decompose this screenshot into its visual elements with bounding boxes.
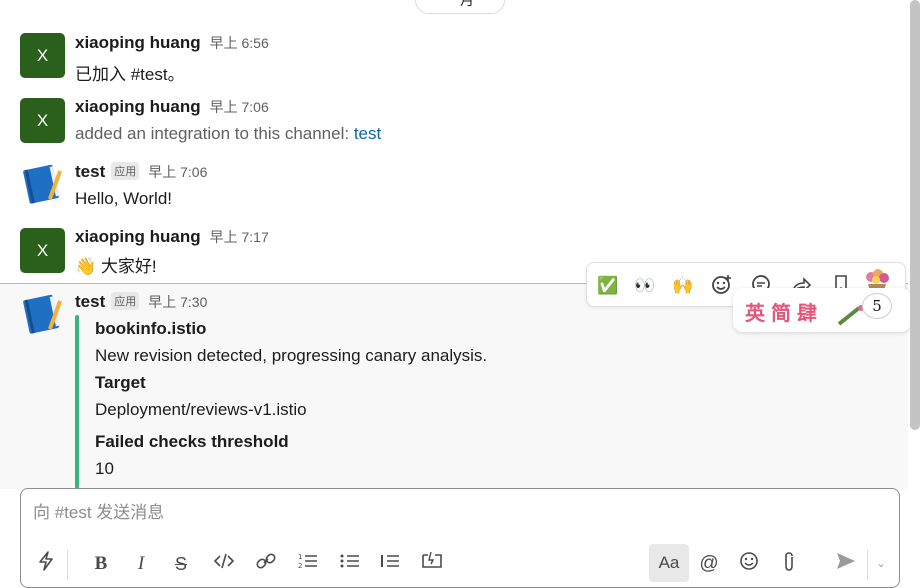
message-header: test 应用 早上 7:06	[75, 162, 207, 184]
wave-emoji: 👋	[75, 257, 97, 276]
avatar[interactable]: X	[20, 33, 65, 78]
author-name[interactable]: test	[75, 292, 105, 312]
message-header: xiaoping huang 早上 6:56	[75, 33, 269, 55]
code-icon[interactable]	[211, 551, 237, 577]
sticker-text-content: 英简肆	[745, 303, 823, 325]
integration-link[interactable]: test	[354, 124, 381, 143]
mention-icon[interactable]: @	[697, 551, 721, 577]
svg-text:1: 1	[298, 553, 302, 561]
eyes-reaction-button[interactable]: 👀	[632, 273, 658, 299]
integration-text: added an integration to this channel:	[75, 124, 354, 143]
svg-text:2: 2	[298, 562, 302, 570]
bulleted-list-icon[interactable]	[337, 551, 363, 577]
ordered-list-icon[interactable]: 12	[295, 551, 321, 577]
message-header: test 应用 早上 7:30	[75, 292, 207, 314]
formatting-toggle-button[interactable]: Aa	[649, 544, 689, 582]
check-reaction-button[interactable]: ✅	[595, 273, 621, 299]
book-icon	[20, 162, 65, 207]
link-icon[interactable]	[253, 551, 279, 577]
attachment-field-value: Deployment/reviews-v1.istio	[95, 400, 307, 419]
toolbar-divider	[867, 550, 868, 580]
strikethrough-icon[interactable]: S	[169, 551, 193, 577]
timestamp[interactable]: 早上 7:17	[210, 227, 269, 247]
book-icon	[20, 292, 65, 337]
message-text-content: 大家好!	[100, 257, 157, 276]
timestamp[interactable]: 早上 7:30	[148, 292, 207, 312]
chevron-down-icon[interactable]: ⌄	[873, 551, 889, 577]
code-block-icon[interactable]	[419, 551, 445, 577]
attachment-field-value: 10	[95, 459, 114, 478]
reaction-count-badge[interactable]: 5	[862, 293, 892, 319]
attachment-title: bookinfo.istio	[95, 319, 207, 338]
timestamp[interactable]: 早上 6:56	[210, 33, 269, 53]
avatar[interactable]: X	[20, 228, 65, 273]
app-avatar[interactable]	[20, 292, 65, 337]
timestamp[interactable]: 早上 7:06	[148, 162, 207, 182]
italic-icon[interactable]: I	[129, 551, 153, 577]
message-header: xiaoping huang 早上 7:06	[75, 97, 269, 119]
author-name[interactable]: test	[75, 162, 105, 182]
app-badge: 应用	[111, 292, 140, 310]
date-divider-pill[interactable]: 一月	[415, 0, 505, 14]
app-avatar[interactable]	[20, 162, 65, 207]
scrollbar[interactable]	[910, 0, 920, 430]
message-text: added an integration to this channel: te…	[75, 124, 381, 144]
toolbar-divider	[67, 550, 68, 580]
message-input[interactable]	[33, 503, 883, 523]
author-name[interactable]: xiaoping huang	[75, 33, 201, 53]
raised-hands-reaction-button[interactable]: 🙌	[670, 273, 696, 299]
message-header: xiaoping huang 早上 7:17	[75, 227, 269, 249]
sticker-text: 英简肆	[745, 297, 823, 326]
send-icon[interactable]	[833, 551, 859, 577]
attachment-field-label: Failed checks threshold	[95, 432, 289, 451]
author-name[interactable]: xiaoping huang	[75, 227, 201, 247]
author-name[interactable]: xiaoping huang	[75, 97, 201, 117]
attachment-description: New revision detected, progressing canar…	[95, 346, 488, 365]
message-text: 已加入 #test。	[75, 65, 185, 84]
attachment-field-label: Target	[95, 373, 146, 392]
message-text: Hello, World!	[75, 189, 172, 208]
attachment-icon[interactable]	[777, 551, 801, 577]
avatar[interactable]: X	[20, 98, 65, 143]
emoji-icon[interactable]	[737, 551, 761, 577]
blockquote-icon[interactable]	[377, 551, 403, 577]
smile-plus-icon[interactable]	[709, 273, 735, 299]
attachment-color-bar	[75, 315, 79, 489]
message-composer: B I S 12 Aa @ ⌄	[20, 488, 900, 588]
bold-icon[interactable]: B	[89, 551, 113, 577]
app-badge: 应用	[111, 162, 140, 180]
message-text: 👋 大家好!	[75, 252, 157, 277]
lightning-icon[interactable]	[35, 551, 57, 577]
timestamp[interactable]: 早上 7:06	[210, 97, 269, 117]
